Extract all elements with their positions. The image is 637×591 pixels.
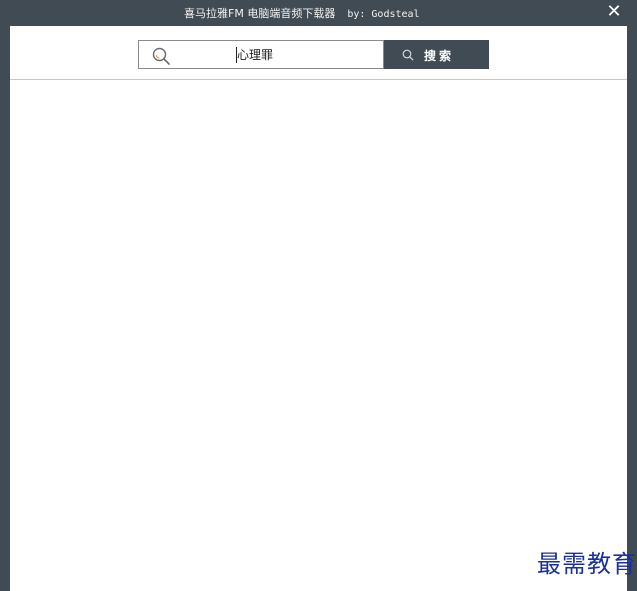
search-button[interactable]: 搜索 (384, 40, 489, 69)
search-bar: 搜索 (10, 26, 627, 80)
app-window: 喜马拉雅FM 电脑端音频下载器 by: Godsteal ✕ 心理罪 搜索 最需… (0, 0, 637, 591)
app-title: 喜马拉雅FM 电脑端音频下载器 (184, 7, 336, 20)
title-bar[interactable]: 喜马拉雅FM 电脑端音频下载器 by: Godsteal ✕ (0, 0, 637, 26)
search-input[interactable] (237, 45, 377, 64)
watermark-text: 最需教育 (537, 550, 637, 578)
window-title: 喜马拉雅FM 电脑端音频下载器 by: Godsteal (184, 5, 420, 21)
author-credit: by: Godsteal (347, 9, 420, 20)
results-panel (10, 80, 627, 591)
close-icon: ✕ (606, 1, 622, 22)
main-content: 搜索 (10, 26, 627, 591)
close-button[interactable]: ✕ (605, 2, 623, 22)
search-box[interactable] (138, 40, 384, 69)
search-icon (152, 47, 170, 65)
search-button-label: 搜索 (424, 49, 455, 63)
search-button-icon (402, 49, 414, 61)
